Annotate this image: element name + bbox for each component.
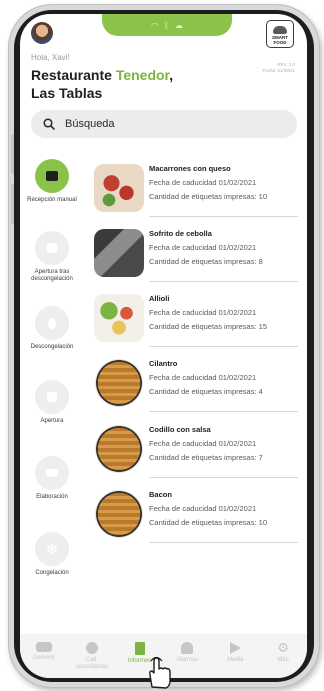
item-name: Allioli <box>149 294 170 303</box>
rail-label: Recepción manual <box>27 197 77 203</box>
smart-food-logo: SMART FOOD <box>266 20 294 48</box>
item-labels-count: Cantidad de etiquetas impresas: 15 <box>149 322 267 331</box>
divider <box>149 477 298 478</box>
list-item[interactable]: Bacon Fecha de caducidad 01/02/2021 Cant… <box>94 488 298 546</box>
item-labels-count: Cantidad de etiquetas impresas: 4 <box>149 387 263 396</box>
item-labels-count: Cantidad de etiquetas impresas: 10 <box>149 192 267 201</box>
box-icon <box>35 159 69 193</box>
clock-icon <box>85 642 98 654</box>
snowflake-icon: ✻ <box>35 532 69 566</box>
food-thumbnail <box>95 490 143 538</box>
rail-label: Congelación <box>35 570 69 576</box>
search-input[interactable]: Búsqueda <box>31 110 297 138</box>
list-item[interactable]: Sofrito de cebolla Fecha de caducidad 01… <box>94 227 298 285</box>
restaurant-location: Las Tablas <box>31 85 103 101</box>
open-box-icon <box>35 380 69 414</box>
document-icon <box>134 642 145 655</box>
food-thumbnail <box>95 425 143 473</box>
nav-label: Cad. secundarias <box>75 657 108 670</box>
page-title: Restaurante Tenedor, Las Tablas <box>31 66 201 102</box>
food-thumbnail <box>94 164 144 212</box>
item-labels-count: Cantidad de etiquetas impresas: 10 <box>149 518 267 527</box>
item-name: Bacon <box>149 490 172 499</box>
cloud-icon: ☁ <box>174 20 183 30</box>
wifi-icon: ◠ <box>151 20 159 30</box>
list-item[interactable]: Allioli Fecha de caducidad 01/02/2021 Ca… <box>94 292 298 350</box>
item-name: Codillo con salsa <box>149 425 211 434</box>
logo-text-line2: FOOD <box>273 40 287 45</box>
divider <box>149 216 298 217</box>
rail-item-apertura[interactable]: Apertura <box>25 380 79 425</box>
rail-label: Descongelación <box>30 344 74 350</box>
divider <box>149 281 298 282</box>
rail-item-apertura-descongelacion[interactable]: Apertura tras descongelación <box>25 231 79 283</box>
food-thumbnail <box>95 359 143 407</box>
food-thumbnail <box>94 294 144 342</box>
play-icon <box>229 642 241 654</box>
search-icon <box>43 118 55 130</box>
bell-icon <box>181 642 194 654</box>
rail-item-recepcion[interactable]: Recepción manual <box>25 159 79 204</box>
status-notch: ◠ ᛒ ☁ <box>102 14 232 36</box>
rail-label: Apertura tras descongelación <box>31 269 73 282</box>
rail-item-descongelacion[interactable]: Descongelación <box>25 306 79 351</box>
search-placeholder: Búsqueda <box>65 118 115 130</box>
pot-icon <box>35 456 69 490</box>
tap-hand-icon <box>149 656 171 689</box>
nav-item-media[interactable]: Media <box>213 642 257 664</box>
item-name: Sofrito de cebolla <box>149 229 212 238</box>
nav-item-mas[interactable]: ⚙ Más <box>261 640 305 664</box>
list-item[interactable]: Cilantro Fecha de caducidad 01/02/2021 C… <box>94 357 298 415</box>
divider <box>149 542 298 543</box>
rail-label: Elaboración <box>36 494 68 500</box>
nav-item-delivery[interactable]: Delivery <box>22 642 66 662</box>
divider <box>149 411 298 412</box>
nav-label: Media <box>227 657 244 663</box>
truck-icon <box>35 642 52 652</box>
snow-box-icon <box>35 231 69 265</box>
item-name: Cilantro <box>149 359 178 368</box>
rail-item-congelacion[interactable]: ✻ Congelación <box>25 532 79 577</box>
item-expiry: Fecha de caducidad 01/02/2021 <box>149 243 257 252</box>
food-thumbnail <box>94 229 144 277</box>
item-expiry: Fecha de caducidad 01/02/2021 <box>149 373 257 382</box>
nav-label: Delivery <box>33 655 55 661</box>
avatar[interactable] <box>31 22 53 44</box>
item-expiry: Fecha de caducidad 01/02/2021 <box>149 178 257 187</box>
item-expiry: Fecha de caducidad 01/02/2021 <box>149 439 257 448</box>
item-name: Macarrones con queso <box>149 164 231 173</box>
list-item[interactable]: Codillo con salsa Fecha de caducidad 01/… <box>94 423 298 481</box>
restaurant-suffix: , <box>169 67 174 83</box>
item-labels-count: Cantidad de etiquetas impresas: 8 <box>149 257 263 266</box>
bluetooth-icon: ᛒ <box>164 20 169 30</box>
greeting-text: Hola, Xavi! <box>31 53 70 62</box>
list-item[interactable]: Macarrones con queso Fecha de caducidad … <box>94 162 298 220</box>
item-labels-count: Cantidad de etiquetas impresas: 7 <box>149 453 263 462</box>
nav-label: Más <box>277 657 289 663</box>
divider <box>149 346 298 347</box>
item-expiry: Fecha de caducidad 01/02/2021 <box>149 308 257 317</box>
date-text: Fecha: 21/09/21 <box>262 68 295 73</box>
gear-icon: ⚙ <box>277 640 289 655</box>
nav-item-cad-secundarias[interactable]: Cad. secundarias <box>70 642 114 670</box>
restaurant-name: Tenedor <box>115 67 170 83</box>
drop-icon <box>35 306 69 340</box>
rail-item-elaboracion[interactable]: Elaboración <box>25 456 79 501</box>
restaurant-prefix: Restaurante <box>31 67 116 83</box>
rail-label: Apertura <box>40 418 64 424</box>
version-info: REV. 1.0 Fecha: 21/09/21 <box>262 62 295 74</box>
app-screen: ◠ ᛒ ☁ Hola, Xavi! Restaurante Tenedor, L… <box>20 14 307 678</box>
logo-cloud-icon <box>273 26 287 34</box>
item-expiry: Fecha de caducidad 01/02/2021 <box>149 504 257 513</box>
